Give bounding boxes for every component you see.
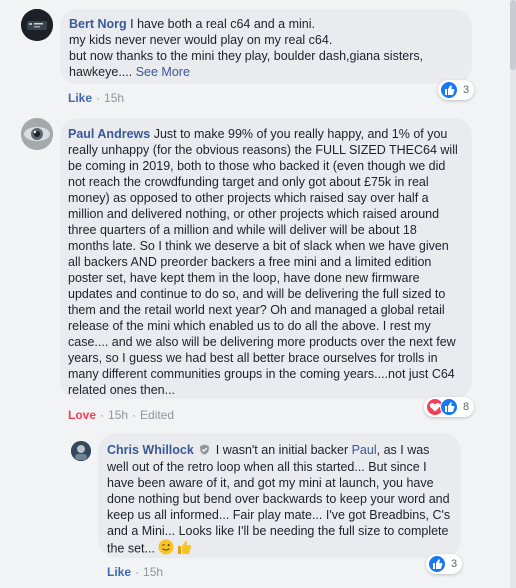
comment-timestamp[interactable]: 15h <box>143 565 163 579</box>
comment-text: I wasn't an initial backer <box>215 443 352 457</box>
comment-text-line: hawkeye.... <box>69 65 136 79</box>
comment-actions: Like · 15h <box>107 565 164 579</box>
winking-face-icon <box>158 539 174 559</box>
comment-bubble-paul-andrews: Paul Andrews Just to make 99% of you rea… <box>60 118 472 399</box>
comment-bubble-bert-norg: Bert Norg I have both a real c64 and a m… <box>60 9 472 84</box>
love-action[interactable]: Love <box>68 408 96 422</box>
like-reaction-icon <box>440 398 458 416</box>
avatar-bert-norg[interactable] <box>21 9 53 41</box>
comment-text-line: but now thanks to the mini they play, bo… <box>69 49 424 63</box>
mention-link[interactable]: Paul <box>352 443 377 457</box>
comment-author[interactable]: Bert Norg <box>69 17 127 31</box>
reaction-summary[interactable]: 8 <box>424 397 475 417</box>
reaction-summary[interactable]: 3 <box>426 554 463 574</box>
avatar-paul-andrews[interactable] <box>21 118 53 150</box>
edited-label[interactable]: Edited <box>140 408 174 422</box>
like-action[interactable]: Like <box>68 91 92 105</box>
comment-timestamp[interactable]: 15h <box>108 408 128 422</box>
comment-actions: Like · 15h <box>68 91 125 105</box>
comment-bubble-chris-whillock: Chris Whillock I wasn't an initial backe… <box>98 433 461 558</box>
comment-author[interactable]: Paul Andrews <box>68 127 150 141</box>
comment-text-line: my kids never never would play on my rea… <box>69 33 333 47</box>
comment-author[interactable]: Chris Whillock <box>107 443 194 457</box>
comment-text: Just to make 99% of you really happy, an… <box>68 127 458 397</box>
thumbs-up-emoji-icon <box>176 539 192 559</box>
reaction-count: 8 <box>463 401 470 413</box>
verified-badge-icon <box>199 443 210 459</box>
avatar-chris-whillock[interactable] <box>71 441 91 461</box>
comment-text-line: I have both a real c64 and a mini. <box>130 17 315 31</box>
reaction-count: 3 <box>463 84 470 96</box>
scrollbar-thumb[interactable] <box>510 0 516 70</box>
comment-timestamp[interactable]: 15h <box>104 91 124 105</box>
reaction-count: 3 <box>451 558 458 570</box>
scrollbar[interactable] <box>510 0 516 588</box>
like-action[interactable]: Like <box>107 565 131 579</box>
like-reaction-icon <box>428 555 446 573</box>
like-reaction-icon <box>440 81 458 99</box>
comment-actions: Love · 15h · Edited <box>68 408 175 422</box>
reaction-summary[interactable]: 3 <box>438 80 475 100</box>
see-more-link[interactable]: See More <box>136 65 190 79</box>
